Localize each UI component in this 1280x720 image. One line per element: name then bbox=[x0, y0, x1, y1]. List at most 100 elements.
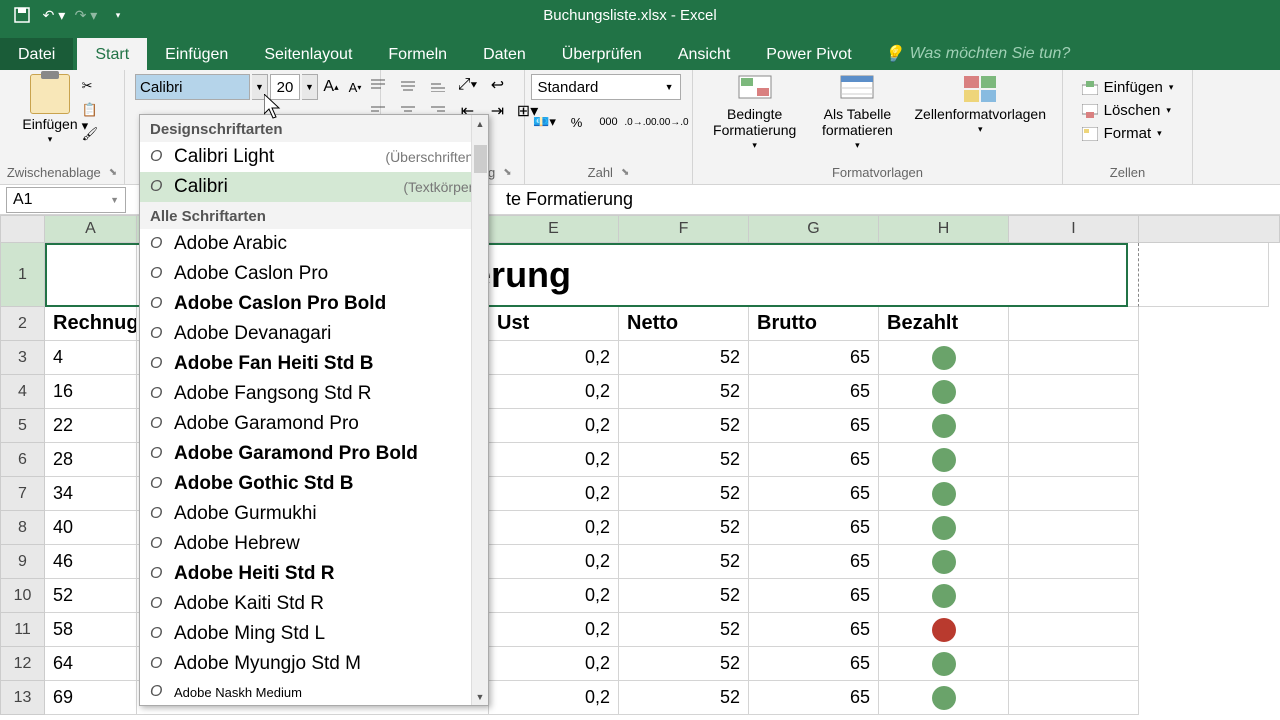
cell-a13[interactable]: 69 bbox=[45, 681, 137, 715]
cell-a4[interactable]: 16 bbox=[45, 375, 137, 409]
cell-f5[interactable]: 52 bbox=[619, 409, 749, 443]
cell-h8[interactable] bbox=[879, 511, 1009, 545]
qat-more-icon[interactable]: ▾ bbox=[106, 3, 130, 27]
font-option[interactable]: OAdobe Naskh Medium bbox=[140, 679, 488, 705]
cell-e9[interactable]: 0,2 bbox=[489, 545, 619, 579]
row-header-4[interactable]: 4 bbox=[0, 375, 45, 409]
currency-button[interactable]: 💶▾ bbox=[531, 110, 559, 134]
cell-g7[interactable]: 65 bbox=[749, 477, 879, 511]
select-all-corner[interactable] bbox=[0, 215, 45, 243]
decrease-decimal-button[interactable]: .00→.0 bbox=[659, 110, 687, 134]
scroll-thumb[interactable] bbox=[474, 145, 487, 173]
undo-icon[interactable]: ↶ ▾ bbox=[42, 3, 66, 27]
tab-start[interactable]: Start bbox=[77, 38, 147, 70]
cell-h4[interactable] bbox=[879, 375, 1009, 409]
cell-f4[interactable]: 52 bbox=[619, 375, 749, 409]
cell-h12[interactable] bbox=[879, 647, 1009, 681]
cell-a11[interactable]: 58 bbox=[45, 613, 137, 647]
tab-file[interactable]: Datei bbox=[0, 38, 73, 70]
cell-g13[interactable]: 65 bbox=[749, 681, 879, 715]
cell-f13[interactable]: 52 bbox=[619, 681, 749, 715]
cell-e12[interactable]: 0,2 bbox=[489, 647, 619, 681]
cell-h5[interactable] bbox=[879, 409, 1009, 443]
scroll-up-icon[interactable]: ▲ bbox=[472, 115, 488, 132]
header-rechnung[interactable]: Rechnugs bbox=[45, 307, 137, 341]
font-option[interactable]: OCalibri(Textkörper) bbox=[140, 172, 488, 202]
cell-e4[interactable]: 0,2 bbox=[489, 375, 619, 409]
row-header-6[interactable]: 6 bbox=[0, 443, 45, 477]
cell-h9[interactable] bbox=[879, 545, 1009, 579]
row-header-2[interactable]: 2 bbox=[0, 307, 45, 341]
cell-styles-button[interactable]: Zellenformatvorlagen▾ bbox=[908, 74, 1052, 135]
delete-cells-button[interactable]: Löschen▾ bbox=[1082, 101, 1171, 120]
font-option[interactable]: OAdobe Arabic bbox=[140, 229, 488, 259]
font-option[interactable]: OAdobe Garamond Pro Bold bbox=[140, 439, 488, 469]
font-option[interactable]: OAdobe Garamond Pro bbox=[140, 409, 488, 439]
cell-a10[interactable]: 52 bbox=[45, 579, 137, 613]
header-bezahlt[interactable]: Bezahlt bbox=[879, 307, 1009, 341]
font-size-input[interactable] bbox=[270, 74, 300, 100]
orientation-button[interactable]: ⤢▾ bbox=[454, 74, 482, 96]
cell-g10[interactable]: 65 bbox=[749, 579, 879, 613]
cell-f10[interactable]: 52 bbox=[619, 579, 749, 613]
row-header-13[interactable]: 13 bbox=[0, 681, 45, 715]
cell-g11[interactable]: 65 bbox=[749, 613, 879, 647]
header-brutto[interactable]: Brutto bbox=[749, 307, 879, 341]
tab-review[interactable]: Überprüfen bbox=[544, 38, 660, 70]
align-middle-button[interactable] bbox=[394, 74, 422, 96]
tab-data[interactable]: Daten bbox=[465, 38, 544, 70]
column-header-h[interactable]: H bbox=[879, 215, 1009, 243]
format-painter-button[interactable]: 🖌 bbox=[82, 126, 102, 144]
cell-e5[interactable]: 0,2 bbox=[489, 409, 619, 443]
column-header-f[interactable]: F bbox=[619, 215, 749, 243]
cell-a3[interactable]: 4 bbox=[45, 341, 137, 375]
column-header-i[interactable]: I bbox=[1009, 215, 1139, 243]
font-option[interactable]: OAdobe Gothic Std B bbox=[140, 469, 488, 499]
tab-formulas[interactable]: Formeln bbox=[370, 38, 465, 70]
tab-powerpivot[interactable]: Power Pivot bbox=[748, 38, 869, 70]
font-size-dropdown[interactable]: ▼ bbox=[302, 74, 318, 100]
column-header-e[interactable]: E bbox=[489, 215, 619, 243]
font-option[interactable]: OAdobe Caslon Pro bbox=[140, 259, 488, 289]
cell-e8[interactable]: 0,2 bbox=[489, 511, 619, 545]
cell-f11[interactable]: 52 bbox=[619, 613, 749, 647]
row-header-1[interactable]: 1 bbox=[0, 243, 45, 307]
copy-button[interactable]: 📋▾ bbox=[82, 102, 102, 120]
tab-insert[interactable]: Einfügen bbox=[147, 38, 246, 70]
row-header-12[interactable]: 12 bbox=[0, 647, 45, 681]
font-option[interactable]: OAdobe Devanagari bbox=[140, 319, 488, 349]
formula-bar[interactable]: te Formatierung bbox=[486, 189, 633, 210]
header-netto[interactable]: Netto bbox=[619, 307, 749, 341]
cell-h6[interactable] bbox=[879, 443, 1009, 477]
cell-a5[interactable]: 22 bbox=[45, 409, 137, 443]
cell-e11[interactable]: 0,2 bbox=[489, 613, 619, 647]
row-header-11[interactable]: 11 bbox=[0, 613, 45, 647]
name-box[interactable]: A1▼ bbox=[6, 187, 126, 213]
font-name-dropdown[interactable]: ▼ bbox=[252, 74, 268, 100]
row-header-5[interactable]: 5 bbox=[0, 409, 45, 443]
cut-button[interactable]: ✂ bbox=[82, 78, 102, 96]
cell-g3[interactable]: 65 bbox=[749, 341, 879, 375]
align-bottom-button[interactable] bbox=[424, 74, 452, 96]
cell-h3[interactable] bbox=[879, 341, 1009, 375]
header-ust[interactable]: Ust bbox=[489, 307, 619, 341]
cell-f8[interactable]: 52 bbox=[619, 511, 749, 545]
cell-g5[interactable]: 65 bbox=[749, 409, 879, 443]
format-as-table-button[interactable]: Als Tabelle formatieren▾ bbox=[810, 74, 904, 151]
wrap-text-button[interactable]: ↩ bbox=[484, 74, 512, 96]
cell-f12[interactable]: 52 bbox=[619, 647, 749, 681]
cell-f3[interactable]: 52 bbox=[619, 341, 749, 375]
increase-decimal-button[interactable]: .0→.00 bbox=[627, 110, 655, 134]
insert-cells-button[interactable]: Einfügen▾ bbox=[1082, 78, 1174, 97]
font-option[interactable]: OAdobe Heiti Std R bbox=[140, 559, 488, 589]
font-option[interactable]: OAdobe Gurmukhi bbox=[140, 499, 488, 529]
cell-g12[interactable]: 65 bbox=[749, 647, 879, 681]
tab-layout[interactable]: Seitenlayout bbox=[246, 38, 370, 70]
cell-a8[interactable]: 40 bbox=[45, 511, 137, 545]
cell-h10[interactable] bbox=[879, 579, 1009, 613]
cell-e6[interactable]: 0,2 bbox=[489, 443, 619, 477]
cell-h13[interactable] bbox=[879, 681, 1009, 715]
font-option[interactable]: OAdobe Kaiti Std R bbox=[140, 589, 488, 619]
font-option[interactable]: OAdobe Myungjo Std M bbox=[140, 649, 488, 679]
increase-font-button[interactable]: A▴ bbox=[320, 76, 342, 98]
